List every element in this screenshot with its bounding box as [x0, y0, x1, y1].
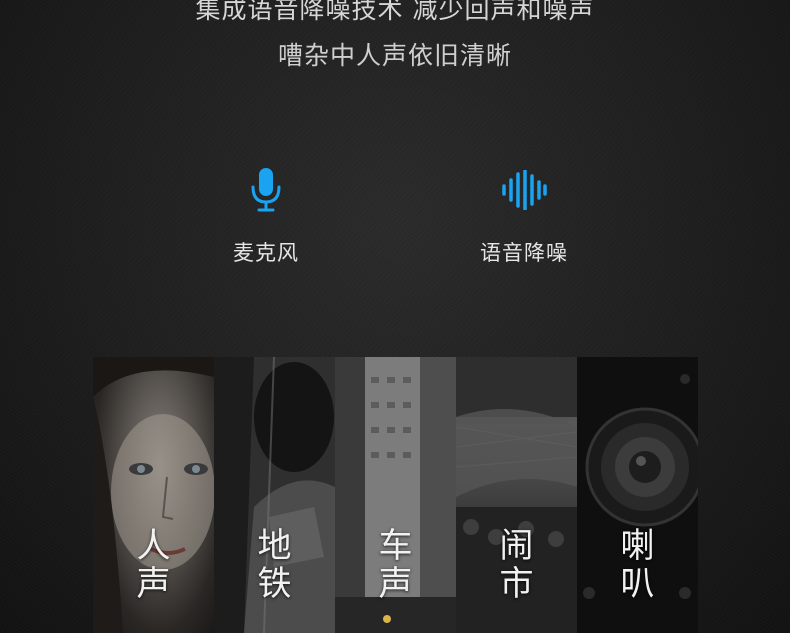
scene-caption-market: 闹市: [499, 526, 534, 604]
scene-panel-subway: 地铁: [214, 357, 335, 633]
scene-caption-voice: 人声: [136, 526, 171, 604]
scene-panel-voice: 人声: [93, 357, 214, 633]
scene-panel-market: 闹市: [456, 357, 577, 633]
scene-panels: 人声 地铁 车声 闹市 喇叭: [93, 357, 698, 633]
headline-line-1: 集成语音降噪技术 减少回声和噪声: [195, 0, 595, 24]
feature-label-microphone: 麦克风: [233, 241, 299, 265]
scene-panel-speaker: 喇叭: [577, 357, 698, 633]
feature-noise-reduction: 语音降噪: [454, 165, 594, 267]
feature-label-noise-reduction: 语音降噪: [480, 241, 568, 265]
scene-caption-subway: 地铁: [257, 526, 292, 604]
microphone-icon: [196, 165, 336, 215]
scene-panel-traffic: 车声: [335, 357, 456, 633]
sound-wave-icon: [454, 165, 594, 215]
scene-caption-speaker: 喇叭: [620, 526, 655, 604]
feature-microphone: 麦克风: [196, 165, 336, 267]
scene-caption-traffic: 车声: [378, 526, 413, 604]
headline-line-2: 嘈杂中人声依旧清晰: [277, 41, 512, 70]
